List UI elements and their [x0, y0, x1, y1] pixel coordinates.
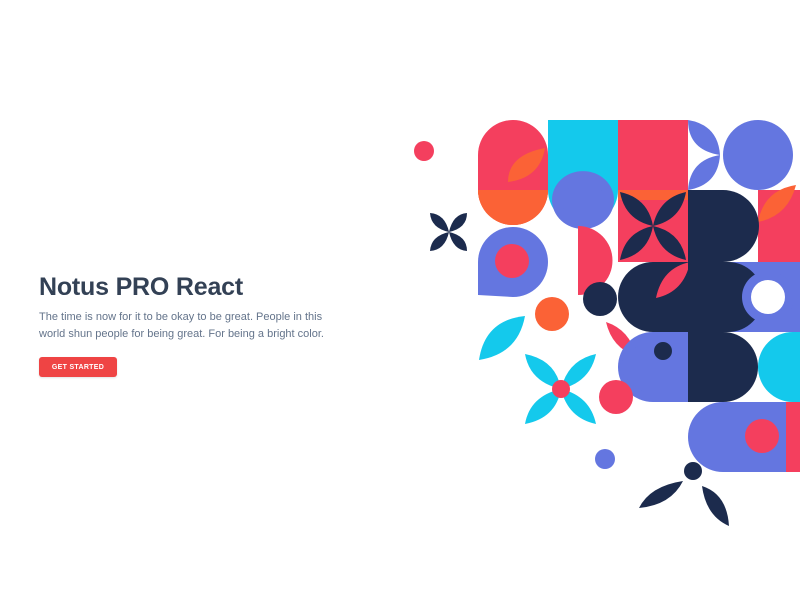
orange-circle — [535, 297, 569, 331]
indigo-petals — [688, 120, 793, 190]
navy-leaf-block — [618, 262, 728, 332]
pink-dot — [414, 141, 434, 161]
navy-flower-small — [430, 213, 467, 251]
pink-block — [618, 120, 688, 190]
indigo-drop — [478, 227, 548, 297]
navy-leaf-left — [639, 481, 683, 508]
navy-leaf-right — [702, 486, 729, 526]
cyan-leaf — [479, 316, 525, 360]
navy-dot — [684, 462, 702, 480]
pink-right-block — [758, 185, 800, 262]
indigo-dot — [595, 449, 615, 469]
navy-d-shape — [688, 190, 759, 262]
cyan-flower — [525, 354, 596, 424]
cyan-block — [548, 120, 618, 229]
navy-flower-large — [618, 190, 688, 262]
navy-circle — [583, 282, 617, 316]
pink-circle — [599, 380, 633, 414]
indigo-pill — [688, 402, 800, 472]
indigo-ring — [728, 262, 800, 332]
geometric-pattern-illustration — [414, 120, 800, 526]
navy-d-shape-2 — [688, 332, 758, 402]
pink-orange-pill — [478, 120, 548, 225]
